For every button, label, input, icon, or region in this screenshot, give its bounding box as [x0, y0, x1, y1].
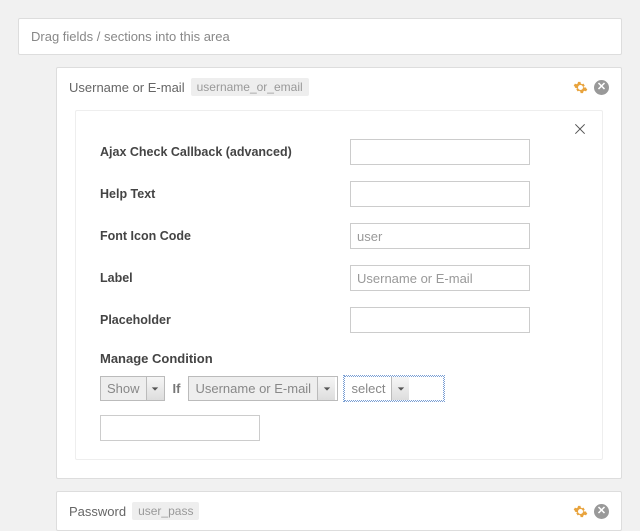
input-help[interactable]	[350, 181, 530, 207]
row-help: Help Text	[100, 181, 578, 207]
label-label: Label	[100, 271, 350, 285]
field-header[interactable]: Username or E-mail username_or_email ✕	[57, 68, 621, 106]
input-icon[interactable]	[350, 223, 530, 249]
label-placeholder: Placeholder	[100, 313, 350, 327]
label-icon: Font Icon Code	[100, 229, 350, 243]
condition-row: Show If Username or E-mail select	[100, 376, 578, 401]
gear-icon[interactable]	[573, 80, 588, 95]
label-help: Help Text	[100, 187, 350, 201]
condition-action-select[interactable]: Show	[100, 376, 165, 401]
field-slug: username_or_email	[191, 78, 309, 96]
field-title: Username or E-mail	[69, 80, 185, 95]
remove-icon[interactable]: ✕	[594, 80, 609, 95]
input-ajax[interactable]	[350, 139, 530, 165]
condition-operator-value: select	[345, 377, 391, 400]
drop-area-text: Drag fields / sections into this area	[31, 29, 230, 44]
condition-field-select[interactable]: Username or E-mail	[188, 376, 338, 401]
close-icon[interactable]	[572, 121, 588, 140]
condition-action-value: Show	[101, 377, 146, 400]
row-label: Label	[100, 265, 578, 291]
field-slug: user_pass	[132, 502, 199, 520]
chevron-down-icon	[317, 377, 335, 400]
input-placeholder[interactable]	[350, 307, 530, 333]
condition-title: Manage Condition	[100, 351, 578, 366]
row-ajax: Ajax Check Callback (advanced)	[100, 139, 578, 165]
chevron-down-icon	[146, 377, 164, 400]
drop-area[interactable]: Drag fields / sections into this area	[18, 18, 622, 55]
field-header[interactable]: Password user_pass ✕	[57, 492, 621, 530]
label-ajax: Ajax Check Callback (advanced)	[100, 145, 350, 159]
condition-value-input[interactable]	[100, 415, 260, 441]
chevron-down-icon	[391, 377, 409, 400]
field-card-password: Password user_pass ✕	[56, 491, 622, 531]
condition-field-value: Username or E-mail	[189, 377, 317, 400]
field-card-username: Username or E-mail username_or_email ✕ A…	[56, 67, 622, 479]
row-icon: Font Icon Code	[100, 223, 578, 249]
condition-operator-select[interactable]: select	[344, 376, 444, 401]
condition-if: If	[173, 381, 181, 396]
row-placeholder: Placeholder	[100, 307, 578, 333]
input-label[interactable]	[350, 265, 530, 291]
field-settings-panel: Ajax Check Callback (advanced) Help Text…	[75, 110, 603, 460]
